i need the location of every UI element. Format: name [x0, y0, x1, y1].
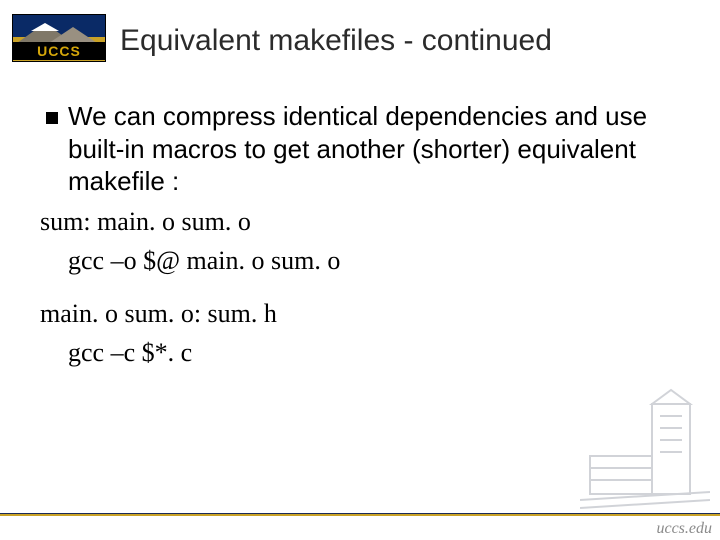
- logo-text: UCCS: [13, 42, 105, 60]
- code-line-2: gcc –o $@ main. o sum. o: [40, 243, 680, 278]
- code-line-4: gcc –c $*. c: [40, 335, 680, 370]
- footer-brand: uccs.edu: [656, 520, 712, 538]
- code-line-1: sum: main. o sum. o: [40, 204, 680, 239]
- watermark-tower-icon: [580, 384, 710, 514]
- slide: UCCS Equivalent makefiles - continued We…: [0, 0, 720, 540]
- code-line-3: main. o sum. o: sum. h: [40, 296, 680, 331]
- slide-title: Equivalent makefiles - continued: [120, 24, 700, 58]
- bullet-1: We can compress identical dependencies a…: [40, 100, 680, 198]
- bullet-icon: [46, 112, 58, 124]
- uccs-logo: UCCS: [12, 14, 106, 62]
- bullet-text: We can compress identical dependencies a…: [68, 101, 647, 196]
- slide-body: We can compress identical dependencies a…: [40, 100, 680, 370]
- footer-divider: [0, 513, 720, 516]
